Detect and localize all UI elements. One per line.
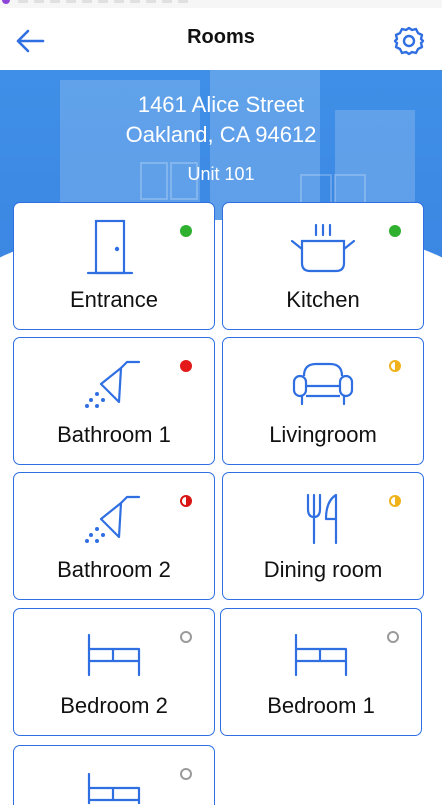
gear-icon <box>393 26 425 56</box>
room-card-kitchen[interactable]: Kitchen <box>222 202 424 330</box>
address-line-2: Oakland, CA 94612 <box>125 122 317 147</box>
unit-label: Unit 101 <box>187 164 255 184</box>
address-line-1: 1461 Alice Street <box>137 92 305 117</box>
status-dot <box>180 225 192 237</box>
status-dot <box>389 225 401 237</box>
room-name: Dining room <box>263 557 383 582</box>
status-dot <box>387 631 399 643</box>
status-dot <box>180 360 192 372</box>
room-card-entrance[interactable]: Entrance <box>13 202 215 330</box>
room-name: Bathroom 2 <box>57 557 171 582</box>
room-name: Bedroom 1 <box>267 693 375 718</box>
room-card-bathroom-2[interactable]: Bathroom 2 <box>13 472 215 600</box>
status-bar-ghost-text <box>18 0 188 3</box>
room-card-bedroom[interactable] <box>13 745 215 805</box>
room-name: Bedroom 2 <box>60 693 168 718</box>
room-name: Bathroom 1 <box>57 422 171 447</box>
status-indicator <box>2 0 10 4</box>
page-title: Rooms <box>187 26 255 48</box>
status-dot <box>180 631 192 643</box>
room-name: Entrance <box>69 287 159 312</box>
status-dot <box>389 495 401 507</box>
room-card-livingroom[interactable]: Livingroom <box>222 337 424 465</box>
room-card-bedroom-1[interactable]: Bedroom 1 <box>220 608 422 736</box>
settings-button[interactable] <box>392 24 426 58</box>
room-card-bathroom-1[interactable]: Bathroom 1 <box>13 337 215 465</box>
room-card-dining-room[interactable]: Dining room <box>222 472 424 600</box>
top-bar: Rooms <box>0 8 442 70</box>
room-name: Kitchen <box>286 287 360 312</box>
status-bar <box>0 0 442 8</box>
status-dot <box>389 360 401 372</box>
room-name: Livingroom <box>269 422 377 447</box>
status-dot <box>180 768 192 780</box>
status-dot <box>180 495 192 507</box>
room-card-bedroom-2[interactable]: Bedroom 2 <box>13 608 215 736</box>
